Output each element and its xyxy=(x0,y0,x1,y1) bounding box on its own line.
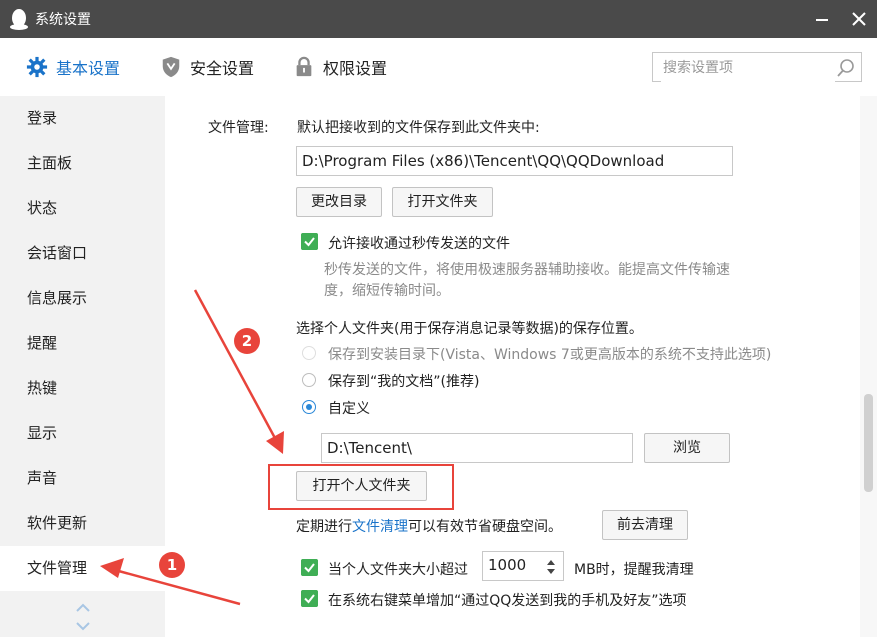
tab-security-settings-label: 安全设置 xyxy=(190,59,255,78)
sidebar-item-main-panel[interactable]: 主面板 xyxy=(0,141,165,186)
radio-my-documents-label: 保存到“我的文档”(推荐) xyxy=(328,374,480,390)
close-button[interactable] xyxy=(845,6,873,32)
file-management-section-label: 文件管理: xyxy=(208,120,269,136)
scrollbar-thumb[interactable] xyxy=(864,394,873,492)
context-menu-label: 在系统右键菜单增加“通过QQ发送到我的手机及好友”选项 xyxy=(328,593,687,609)
sidebar-item-software-update[interactable]: 软件更新 xyxy=(0,501,165,546)
cleanup-suffix: 可以有效节省硬盘空间。 xyxy=(408,519,562,535)
cleanup-text: 定期进行文件清理可以有效节省硬盘空间。 xyxy=(296,516,562,536)
highlight-box xyxy=(268,464,454,510)
default-save-text: 默认把接收到的文件保存到此文件夹中: xyxy=(297,120,540,136)
shield-icon xyxy=(162,56,180,78)
browse-button[interactable]: 浏览 xyxy=(644,433,730,463)
flash-transfer-description-1: 秒传发送的文件，将使用极速服务器辅助接收。能提高文件传输速 xyxy=(324,262,730,278)
tab-permission-settings-label: 权限设置 xyxy=(323,59,388,78)
sidebar-item-chat-window[interactable]: 会话窗口 xyxy=(0,231,165,276)
size-limit-stepper[interactable]: 1000 xyxy=(482,551,564,581)
annotation-badge-2: 2 xyxy=(234,328,260,354)
open-folder-button[interactable]: 打开文件夹 xyxy=(392,187,493,217)
penguin-logo-icon xyxy=(10,9,28,30)
search-input[interactable] xyxy=(661,54,835,82)
sidebar-item-sound[interactable]: 声音 xyxy=(0,456,165,501)
allow-flash-transfer-checkbox[interactable] xyxy=(301,233,318,250)
file-cleanup-link[interactable]: 文件清理 xyxy=(352,519,408,535)
radio-install-dir[interactable] xyxy=(302,346,316,360)
flash-transfer-description-2: 度，缩短传输时间。 xyxy=(324,283,450,299)
allow-flash-transfer-label: 允许接收通过秒传发送的文件 xyxy=(328,236,510,252)
change-directory-button[interactable]: 更改目录 xyxy=(296,187,382,217)
sidebar-item-file-management[interactable]: 文件管理 xyxy=(0,546,165,591)
sidebar-item-login[interactable]: 登录 xyxy=(0,96,165,141)
sidebar-item-info-display[interactable]: 信息展示 xyxy=(0,276,165,321)
sidebar-item-display[interactable]: 显示 xyxy=(0,411,165,456)
gear-icon xyxy=(26,56,48,78)
download-path-field[interactable]: D:\Program Files (x86)\Tencent\QQ\QQDown… xyxy=(296,146,733,176)
custom-path-field[interactable]: D:\Tencent\ xyxy=(321,433,633,463)
annotation-badge-1: 1 xyxy=(159,552,185,578)
size-warning-suffix: MB时，提醒我清理 xyxy=(574,562,694,578)
tab-security-settings[interactable]: 安全设置 xyxy=(160,38,254,96)
sidebar-item-reminder[interactable]: 提醒 xyxy=(0,321,165,366)
title-bar: 系统设置 xyxy=(0,0,877,38)
tab-permission-settings[interactable]: 权限设置 xyxy=(293,38,387,96)
scrollbar[interactable] xyxy=(860,96,877,637)
settings-header: 基本设置 安全设置 权限设置 xyxy=(0,38,877,96)
radio-custom[interactable] xyxy=(302,400,316,414)
radio-install-dir-label: 保存到安装目录下(Vista、Windows 7或更高版本的系统不支持此选项) xyxy=(328,347,772,363)
tab-basic-settings-label: 基本设置 xyxy=(56,59,121,78)
size-warning-prefix: 当个人文件夹大小超过 xyxy=(328,562,468,578)
context-menu-checkbox[interactable] xyxy=(301,590,318,607)
go-cleanup-button[interactable]: 前去清理 xyxy=(602,510,688,540)
tab-basic-settings[interactable]: 基本设置 xyxy=(26,38,120,96)
sidebar-scroll-arrows-icon[interactable] xyxy=(75,602,91,632)
cleanup-prefix: 定期进行 xyxy=(296,519,352,535)
minimize-button[interactable] xyxy=(808,6,836,32)
search-box xyxy=(652,52,862,82)
lock-icon xyxy=(296,56,312,77)
radio-my-documents[interactable] xyxy=(302,373,316,387)
size-limit-value[interactable]: 1000 xyxy=(488,556,526,574)
search-icon[interactable] xyxy=(835,57,857,79)
stepper-arrows-icon[interactable] xyxy=(545,557,557,577)
sidebar-item-status[interactable]: 状态 xyxy=(0,186,165,231)
size-warning-checkbox[interactable] xyxy=(301,559,318,576)
window-title: 系统设置 xyxy=(35,12,91,28)
personal-folder-title: 选择个人文件夹(用于保存消息记录等数据)的保存位置。 xyxy=(296,321,643,337)
radio-custom-label: 自定义 xyxy=(328,401,370,417)
sidebar-item-hotkeys[interactable]: 热键 xyxy=(0,366,165,411)
